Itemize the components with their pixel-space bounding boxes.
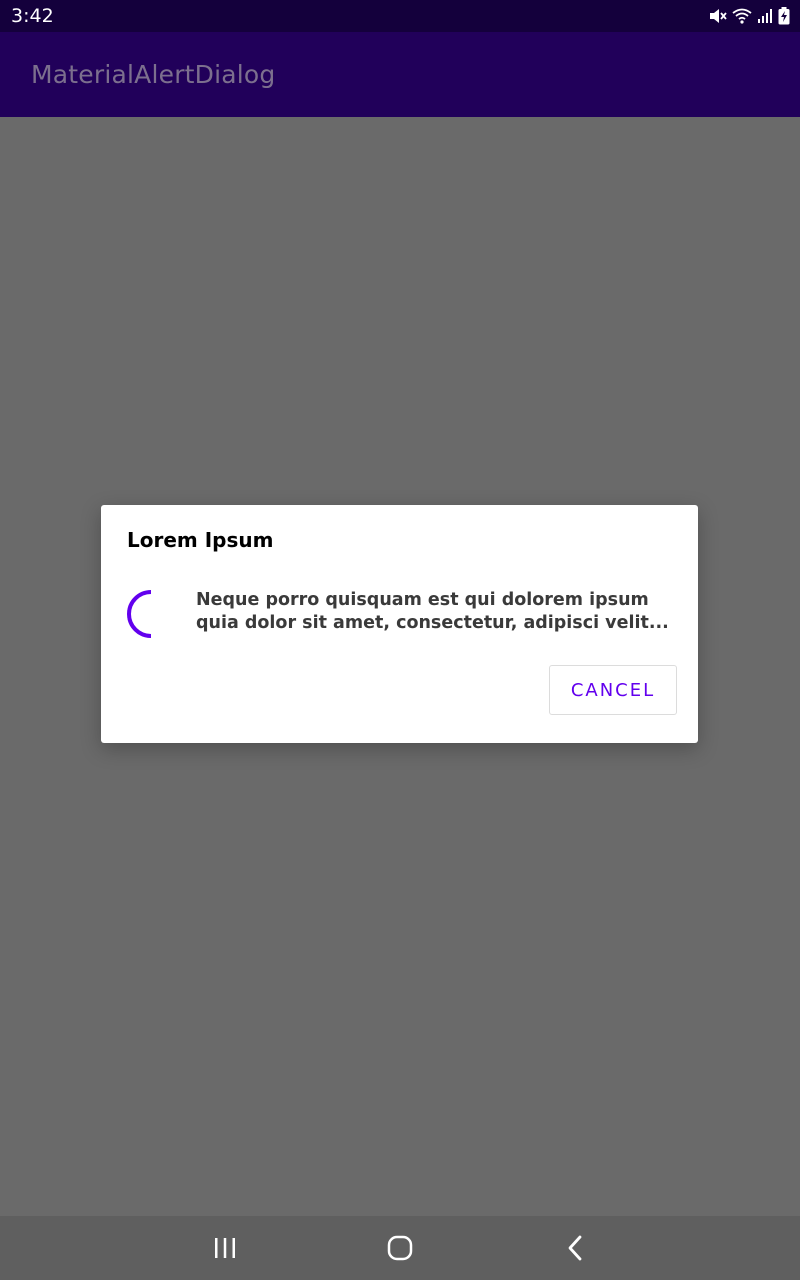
status-time: 3:42 bbox=[11, 5, 54, 27]
home-icon bbox=[387, 1235, 413, 1261]
home-button[interactable] bbox=[360, 1216, 440, 1280]
cancel-button[interactable]: CANCEL bbox=[549, 665, 677, 715]
back-icon bbox=[568, 1235, 582, 1261]
app-title: MaterialAlertDialog bbox=[31, 60, 276, 89]
battery-charging-icon bbox=[778, 7, 790, 25]
wifi-icon bbox=[732, 8, 752, 24]
status-icons bbox=[709, 7, 790, 25]
dialog-message: Neque porro quisquam est qui dolorem ips… bbox=[196, 590, 669, 633]
recents-button[interactable] bbox=[185, 1216, 265, 1280]
status-bar: 3:42 bbox=[0, 0, 800, 32]
alert-dialog: Lorem Ipsum Neque porro quisquam est qui… bbox=[101, 505, 698, 743]
mute-icon bbox=[709, 8, 727, 24]
recents-icon bbox=[215, 1238, 235, 1258]
dialog-title: Lorem Ipsum bbox=[127, 528, 274, 552]
signal-icon bbox=[757, 8, 773, 24]
progress-spinner-icon bbox=[127, 590, 152, 638]
screen: 3:42 MaterialAlertDialog Lorem Ipsum Neq… bbox=[0, 0, 800, 1280]
navigation-bar bbox=[0, 1216, 800, 1280]
app-bar: MaterialAlertDialog bbox=[0, 32, 800, 117]
back-button[interactable] bbox=[535, 1216, 615, 1280]
